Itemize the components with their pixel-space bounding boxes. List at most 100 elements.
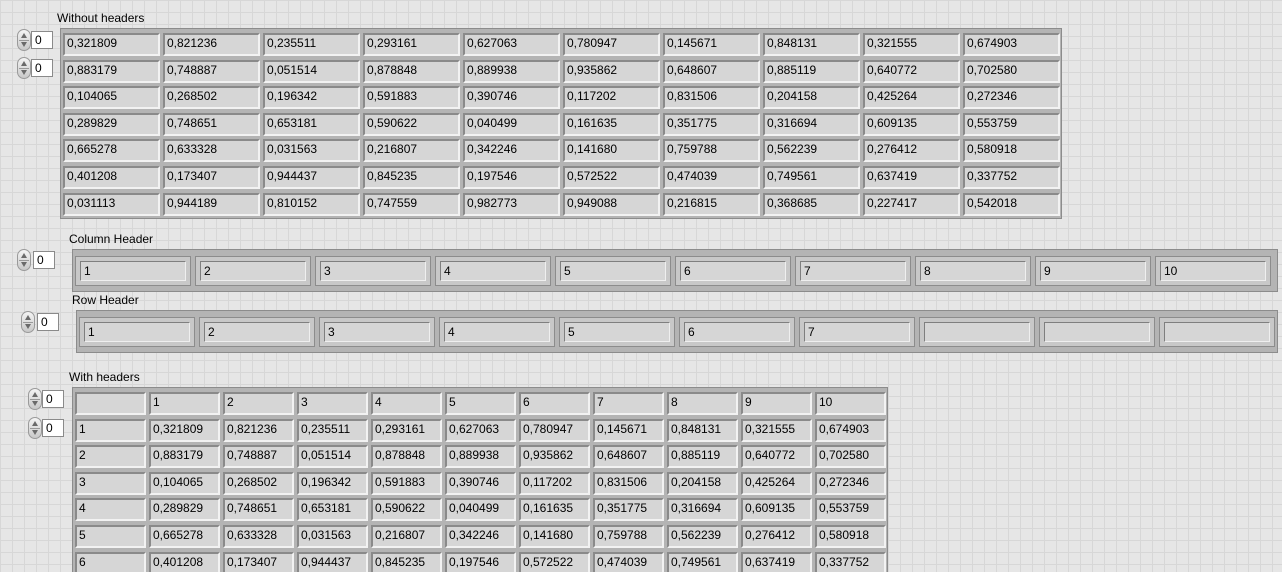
row-header-element[interactable] — [1159, 317, 1275, 347]
spin-down-icon[interactable] — [21, 262, 27, 267]
table-cell[interactable]: 0,562239 — [667, 525, 738, 548]
table-cell[interactable]: 0,627063 — [445, 418, 516, 442]
table-cell[interactable]: 0,368685 — [763, 192, 860, 216]
table-cell[interactable]: 0,173407 — [163, 166, 260, 189]
table-cell[interactable]: 0,845235 — [371, 551, 442, 572]
row-header-cell[interactable]: 2 — [75, 445, 146, 469]
table-cell[interactable]: 0,196342 — [297, 471, 368, 495]
column-index-input[interactable]: 0 — [42, 419, 64, 437]
table-cell[interactable]: 0,883179 — [149, 445, 220, 469]
spin-down-icon[interactable] — [32, 401, 38, 406]
table-cell[interactable]: 0,051514 — [297, 445, 368, 469]
table-cell[interactable]: 0,562239 — [763, 139, 860, 163]
table-cell[interactable]: 0,848131 — [667, 418, 738, 442]
table-cell[interactable]: 0,276412 — [741, 525, 812, 548]
row-header-element[interactable] — [1039, 317, 1155, 347]
table-cell[interactable]: 0,749561 — [763, 166, 860, 189]
row-header-cell[interactable]: 6 — [75, 551, 146, 572]
table-cell[interactable]: 0,580918 — [963, 139, 1060, 163]
spin-up-icon[interactable] — [21, 253, 27, 258]
column-header-cell[interactable]: 2 — [223, 392, 294, 415]
row-header-element-value[interactable]: 5 — [564, 322, 670, 342]
row-header-element[interactable] — [919, 317, 1035, 347]
table-cell[interactable]: 0,316694 — [763, 112, 860, 136]
row-header-element-value[interactable]: 1 — [84, 322, 190, 342]
table-cell[interactable]: 0,759788 — [593, 525, 664, 548]
table-cell[interactable]: 0,051514 — [263, 59, 360, 83]
column-header-cell[interactable]: 8 — [667, 392, 738, 415]
table-cell[interactable]: 0,390746 — [445, 471, 516, 495]
column-header-element[interactable]: 4 — [435, 256, 551, 286]
table-cell[interactable]: 0,235511 — [263, 33, 360, 56]
table-cell[interactable]: 0,337752 — [963, 166, 1060, 189]
table-cell[interactable]: 0,944437 — [263, 166, 360, 189]
table-cell[interactable]: 0,609135 — [741, 498, 812, 522]
column-header-element[interactable]: 9 — [1035, 256, 1151, 286]
table-cell[interactable]: 0,821236 — [163, 33, 260, 56]
table-cell[interactable]: 0,161635 — [519, 498, 590, 522]
table-cell[interactable]: 0,117202 — [563, 86, 660, 110]
row-header-element-value[interactable]: 4 — [444, 322, 550, 342]
table-cell[interactable]: 0,637419 — [863, 166, 960, 189]
table-cell[interactable]: 0,878848 — [371, 445, 442, 469]
table-cell[interactable]: 0,944189 — [163, 192, 260, 216]
table-cell[interactable]: 0,031563 — [263, 139, 360, 163]
table-cell[interactable]: 0,640772 — [863, 59, 960, 83]
table-corner-cell[interactable] — [75, 392, 146, 415]
table-cell[interactable]: 0,553759 — [963, 112, 1060, 136]
row-header-element-value[interactable] — [924, 322, 1030, 342]
row-index-input[interactable]: 0 — [31, 31, 53, 49]
column-header-element[interactable]: 5 — [555, 256, 671, 286]
column-header-element[interactable]: 8 — [915, 256, 1031, 286]
spin-up-icon[interactable] — [25, 315, 31, 320]
table-cell[interactable]: 0,885119 — [763, 59, 860, 83]
table-cell[interactable]: 0,780947 — [519, 418, 590, 442]
table-cell[interactable]: 0,665278 — [149, 525, 220, 548]
table-cell[interactable]: 0,204158 — [667, 471, 738, 495]
table-cell[interactable]: 0,590622 — [371, 498, 442, 522]
table-cell[interactable]: 0,633328 — [223, 525, 294, 548]
table-cell[interactable]: 0,949088 — [563, 192, 660, 216]
table-cell[interactable]: 0,821236 — [223, 418, 294, 442]
table-cell[interactable]: 0,648607 — [593, 445, 664, 469]
table-cell[interactable]: 0,293161 — [371, 418, 442, 442]
spin-down-icon[interactable] — [21, 70, 27, 75]
table-cell[interactable]: 0,474039 — [663, 166, 760, 189]
table-cell[interactable]: 0,031563 — [297, 525, 368, 548]
table-cell[interactable]: 0,276412 — [863, 139, 960, 163]
table-cell[interactable]: 0,040499 — [445, 498, 516, 522]
table-cell[interactable]: 0,401208 — [149, 551, 220, 572]
row-header-index-input[interactable]: 0 — [37, 313, 59, 331]
row-header-element-value[interactable] — [1044, 322, 1150, 342]
table-cell[interactable]: 0,342246 — [445, 525, 516, 548]
table-cell[interactable]: 0,640772 — [741, 445, 812, 469]
table-cell[interactable]: 0,889938 — [445, 445, 516, 469]
column-header-element-value[interactable]: 5 — [560, 261, 666, 281]
table-cell[interactable]: 0,425264 — [741, 471, 812, 495]
table-cell[interactable]: 0,401208 — [63, 166, 160, 189]
table-cell[interactable]: 0,204158 — [763, 86, 860, 110]
table-cell[interactable]: 0,268502 — [163, 86, 260, 110]
row-header-element[interactable]: 3 — [319, 317, 435, 347]
column-header-index-spinner[interactable] — [17, 249, 31, 271]
row-header-element-value[interactable]: 3 — [324, 322, 430, 342]
column-header-element[interactable]: 7 — [795, 256, 911, 286]
table-cell[interactable]: 0,145671 — [593, 418, 664, 442]
table-cell[interactable]: 0,337752 — [815, 551, 886, 572]
column-header-cell[interactable]: 1 — [149, 392, 220, 415]
table-cell[interactable]: 0,637419 — [741, 551, 812, 572]
row-header-element-value[interactable] — [1164, 322, 1270, 342]
row-header-element[interactable]: 4 — [439, 317, 555, 347]
column-header-element-value[interactable]: 7 — [800, 261, 906, 281]
column-header-element-value[interactable]: 6 — [680, 261, 786, 281]
row-header-element-value[interactable]: 7 — [804, 322, 910, 342]
spin-up-icon[interactable] — [32, 392, 38, 397]
table-cell[interactable]: 0,474039 — [593, 551, 664, 572]
table-cell[interactable]: 0,944437 — [297, 551, 368, 572]
table-cell[interactable]: 0,748887 — [163, 59, 260, 83]
table-cell[interactable]: 0,572522 — [519, 551, 590, 572]
spin-up-icon[interactable] — [21, 33, 27, 38]
table-cell[interactable]: 0,580918 — [815, 525, 886, 548]
column-header-cell[interactable]: 4 — [371, 392, 442, 415]
table-cell[interactable]: 0,031113 — [63, 192, 160, 216]
